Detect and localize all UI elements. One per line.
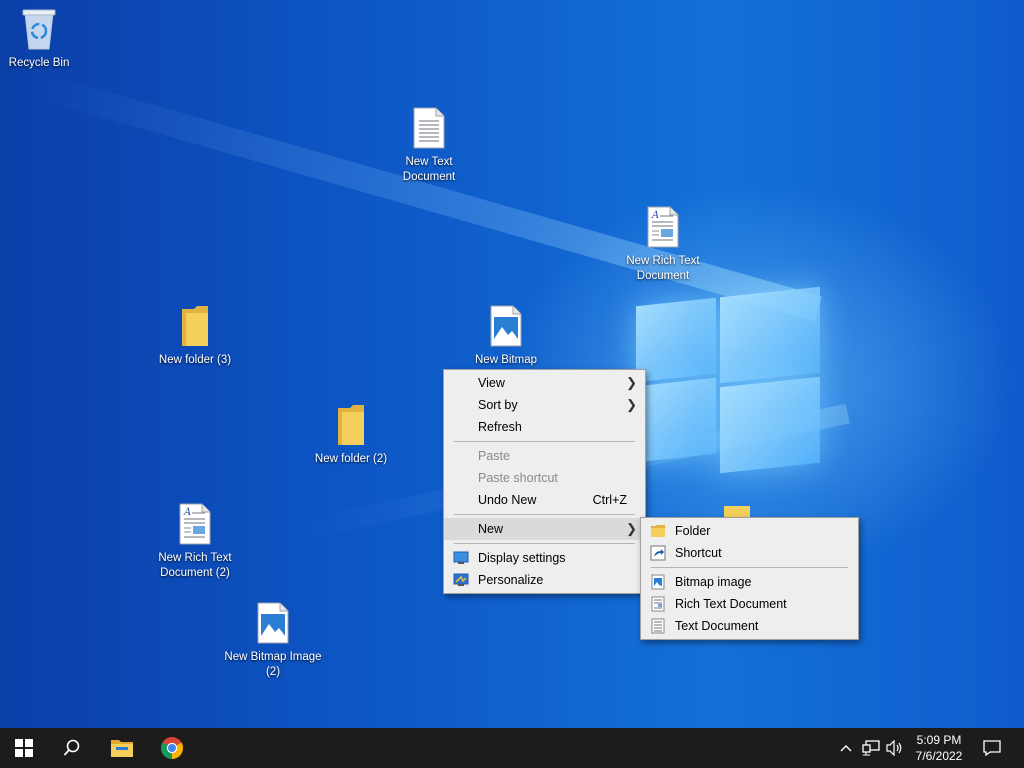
network-button[interactable] (860, 728, 882, 768)
rich-text-document-icon: A (175, 503, 215, 545)
menu-item-paste-shortcut: Paste shortcut (444, 467, 645, 489)
bitmap-image-icon (650, 574, 666, 590)
menu-item-label: Sort by (478, 398, 518, 412)
folder-icon (175, 305, 215, 347)
desktop[interactable]: Recycle Bin New Text Document A New Rich… (0, 0, 1024, 728)
keyboard-shortcut: Ctrl+Z (592, 493, 627, 507)
desktop-icon-new-folder-3[interactable]: New folder (3) (157, 305, 233, 368)
desktop-icon-label: New Rich Text Document (626, 255, 700, 282)
desktop-icon-label: Recycle Bin (8, 57, 70, 69)
menu-item-view[interactable]: View ❯ (444, 372, 645, 394)
submenu-item-rich-text-document[interactable]: Rich Text Document (641, 593, 858, 615)
desktop-icon-label: New Bitmap Image (2) (224, 651, 322, 678)
submenu-item-bitmap-image[interactable]: Bitmap image (641, 571, 858, 593)
windows-start-icon (15, 739, 33, 757)
menu-item-undo-new[interactable]: Undo New Ctrl+Z (444, 489, 645, 511)
taskbar: 5:09 PM 7/6/2022 (0, 728, 1024, 768)
menu-item-label: Undo New (478, 493, 537, 507)
chevron-up-icon (840, 745, 852, 752)
desktop-icon-new-rich-text-document[interactable]: A New Rich Text Document (625, 206, 701, 284)
clock-date: 7/6/2022 (915, 749, 963, 763)
recycle-bin-icon (19, 8, 59, 50)
bitmap-image-icon (253, 602, 293, 644)
chevron-right-icon: ❯ (626, 397, 637, 412)
desktop-icon-label: New folder (2) (314, 453, 388, 465)
menu-item-label: Personalize (478, 573, 544, 587)
personalize-icon (453, 572, 469, 588)
submenu-item-folder[interactable]: Folder (641, 520, 858, 542)
menu-item-label: View (478, 376, 505, 390)
rich-text-document-icon: A (643, 206, 683, 248)
rich-text-document-icon (650, 596, 666, 612)
menu-item-label: Display settings (478, 551, 566, 565)
clock-time: 5:09 PM (916, 733, 962, 747)
svg-text:A: A (651, 210, 659, 221)
notification-icon (983, 740, 1001, 756)
desktop-icon-new-text-document[interactable]: New Text Document (391, 107, 467, 185)
menu-item-label: Text Document (675, 619, 759, 633)
menu-item-sort-by[interactable]: Sort by ❯ (444, 394, 645, 416)
chrome-icon (161, 737, 183, 759)
folder-icon (650, 523, 666, 539)
menu-item-label: Shortcut (675, 546, 722, 560)
menu-separator (454, 441, 635, 442)
menu-item-label: Rich Text Document (675, 597, 787, 611)
network-icon (862, 740, 880, 756)
file-explorer-icon (111, 740, 133, 757)
chevron-right-icon: ❯ (626, 521, 637, 536)
menu-item-label: Paste shortcut (478, 471, 558, 485)
menu-item-label: Paste (478, 449, 510, 463)
menu-separator (454, 543, 635, 544)
shortcut-icon (650, 545, 666, 561)
desktop-icon-new-bitmap[interactable]: New Bitmap (468, 305, 544, 368)
file-explorer-button[interactable] (98, 728, 146, 768)
menu-separator (454, 514, 635, 515)
volume-button[interactable] (884, 728, 906, 768)
action-center-button[interactable] (976, 728, 1008, 768)
text-document-icon (409, 107, 449, 149)
menu-item-display-settings[interactable]: Display settings (444, 547, 645, 569)
chevron-right-icon: ❯ (626, 375, 637, 390)
windows-logo-wallpaper (636, 286, 822, 480)
desktop-icon-label: New Bitmap (475, 354, 537, 366)
svg-text:A: A (183, 507, 191, 518)
desktop-icon-new-folder-2[interactable]: New folder (2) (313, 404, 389, 467)
desktop-icon-label: New Rich Text Document (2) (158, 552, 232, 579)
new-submenu: Folder Shortcut Bitmap image Rich Text D… (640, 517, 859, 640)
submenu-item-text-document[interactable]: Text Document (641, 615, 858, 637)
menu-separator (651, 567, 848, 568)
menu-item-label: Folder (675, 524, 711, 538)
folder-icon (331, 404, 371, 446)
text-document-icon (650, 618, 666, 634)
desktop-icon-label: New Text Document (402, 156, 456, 183)
desktop-icon-label: New folder (3) (158, 354, 232, 366)
menu-item-label: Bitmap image (675, 575, 752, 589)
display-settings-icon (453, 550, 469, 566)
desktop-context-menu: View ❯ Sort by ❯ Refresh Paste Paste sho… (443, 369, 646, 594)
speaker-icon (886, 740, 902, 756)
menu-item-personalize[interactable]: Personalize (444, 569, 645, 591)
desktop-icon-new-bitmap-image-2[interactable]: New Bitmap Image (2) (224, 602, 322, 680)
menu-item-new[interactable]: New ❯ (444, 518, 645, 540)
submenu-item-shortcut[interactable]: Shortcut (641, 542, 858, 564)
desktop-icon-new-rich-text-document-2[interactable]: A New Rich Text Document (2) (157, 503, 233, 581)
search-icon (63, 739, 80, 756)
start-button[interactable] (0, 728, 48, 768)
system-clock[interactable]: 5:09 PM 7/6/2022 (905, 732, 973, 764)
show-hidden-icons-button[interactable] (836, 728, 856, 768)
menu-item-label: Refresh (478, 420, 522, 434)
menu-item-refresh[interactable]: Refresh (444, 416, 645, 438)
menu-item-paste: Paste (444, 445, 645, 467)
desktop-icon-recycle-bin[interactable]: Recycle Bin (1, 8, 77, 71)
search-button[interactable] (48, 728, 96, 768)
menu-item-label: New (478, 522, 504, 536)
chrome-button[interactable] (148, 728, 196, 768)
bitmap-image-icon (486, 305, 526, 347)
